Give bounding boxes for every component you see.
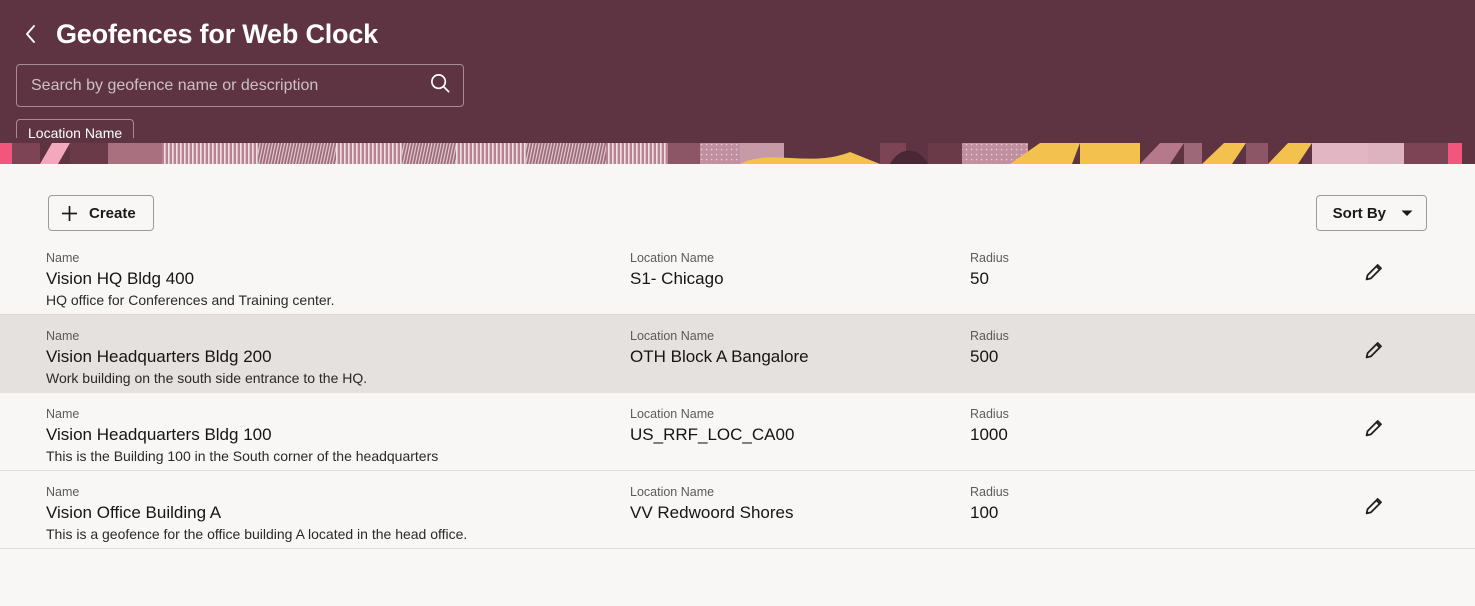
row-location-cell: Location Name US_RRF_LOC_CA00 [630, 406, 970, 446]
location-name-value: VV Redwoord Shores [630, 502, 794, 522]
geofence-list: Name Vision HQ Bldg 400 HQ office for Co… [0, 237, 1475, 549]
edit-button[interactable] [1357, 257, 1391, 291]
radius-label: Radius [970, 407, 1009, 421]
location-name-label: Location Name [630, 485, 715, 499]
location-name-value: OTH Block A Bangalore [630, 346, 809, 366]
radius-label: Radius [970, 329, 1009, 343]
search-button[interactable] [417, 65, 463, 106]
search-input[interactable] [17, 65, 417, 106]
row-name-cell: Name Vision HQ Bldg 400 HQ office for Co… [0, 250, 630, 310]
edit-button[interactable] [1357, 491, 1391, 525]
chevron-left-icon [22, 23, 38, 45]
radius-value: 50 [970, 268, 989, 288]
geofence-description: This is a geofence for the office buildi… [46, 525, 468, 542]
radius-value: 100 [970, 502, 999, 522]
decorative-pattern-band [0, 138, 1475, 164]
page-title: Geofences for Web Clock [56, 18, 378, 49]
row-radius-cell: Radius 100 [970, 484, 1330, 524]
location-name-label: Location Name [630, 251, 715, 265]
location-name-value: S1- Chicago [630, 268, 724, 288]
row-action-cell [1330, 484, 1475, 525]
sort-by-label: Sort By [1332, 204, 1386, 222]
chevron-down-icon [1400, 208, 1414, 218]
row-radius-cell: Radius 500 [970, 328, 1330, 368]
geofence-name: Vision Headquarters Bldg 100 [46, 424, 272, 444]
geofence-description: This is the Building 100 in the South co… [46, 447, 439, 464]
row-name-cell: Name Vision Office Building A This is a … [0, 484, 630, 544]
radius-value: 1000 [970, 424, 1008, 444]
main-content: Create Sort By Name Vision HQ Bldg 400 H… [0, 164, 1475, 606]
table-row[interactable]: Name Vision Office Building A This is a … [0, 471, 1475, 549]
pencil-icon [1362, 338, 1386, 367]
row-radius-cell: Radius 1000 [970, 406, 1330, 446]
row-name-cell: Name Vision Headquarters Bldg 200 Work b… [0, 328, 630, 388]
pencil-icon [1362, 494, 1386, 523]
search-icon [429, 72, 451, 99]
geofence-name: Vision Office Building A [46, 502, 222, 522]
header-content: Geofences for Web Clock Location Name [0, 0, 1475, 148]
edit-button[interactable] [1357, 335, 1391, 369]
search-box[interactable] [16, 64, 464, 107]
table-row[interactable]: Name Vision Headquarters Bldg 100 This i… [0, 393, 1475, 471]
name-label: Name [46, 485, 80, 499]
row-location-cell: Location Name VV Redwoord Shores [630, 484, 970, 524]
pencil-icon [1362, 416, 1386, 445]
geofence-description: HQ office for Conferences and Training c… [46, 291, 335, 308]
pencil-icon [1362, 260, 1386, 289]
row-separator [0, 548, 1475, 549]
radius-value: 500 [970, 346, 999, 366]
edit-button[interactable] [1357, 413, 1391, 447]
location-name-label: Location Name [630, 407, 715, 421]
row-action-cell [1330, 406, 1475, 447]
radius-label: Radius [970, 251, 1009, 265]
geofence-name: Vision HQ Bldg 400 [46, 268, 195, 288]
create-button-label: Create [89, 204, 136, 222]
row-action-cell [1330, 250, 1475, 291]
list-toolbar: Create Sort By [0, 164, 1475, 237]
row-name-cell: Name Vision Headquarters Bldg 100 This i… [0, 406, 630, 466]
name-label: Name [46, 329, 80, 343]
table-row[interactable]: Name Vision HQ Bldg 400 HQ office for Co… [0, 237, 1475, 315]
name-label: Name [46, 251, 80, 265]
page-header: Geofences for Web Clock Location Name [0, 0, 1475, 164]
row-radius-cell: Radius 50 [970, 250, 1330, 290]
name-label: Name [46, 407, 80, 421]
geofence-description: Work building on the south side entrance… [46, 369, 368, 386]
location-name-label: Location Name [630, 329, 715, 343]
radius-label: Radius [970, 485, 1009, 499]
plus-icon [60, 204, 79, 223]
row-location-cell: Location Name S1- Chicago [630, 250, 970, 290]
row-location-cell: Location Name OTH Block A Bangalore [630, 328, 970, 368]
table-row[interactable]: Name Vision Headquarters Bldg 200 Work b… [0, 315, 1475, 393]
title-row: Geofences for Web Clock [16, 14, 1459, 54]
sort-by-dropdown[interactable]: Sort By [1315, 195, 1427, 231]
create-button[interactable]: Create [48, 195, 154, 231]
geofence-name: Vision Headquarters Bldg 200 [46, 346, 272, 366]
back-button[interactable] [12, 16, 48, 52]
row-action-cell [1330, 328, 1475, 369]
location-name-value: US_RRF_LOC_CA00 [630, 424, 795, 444]
